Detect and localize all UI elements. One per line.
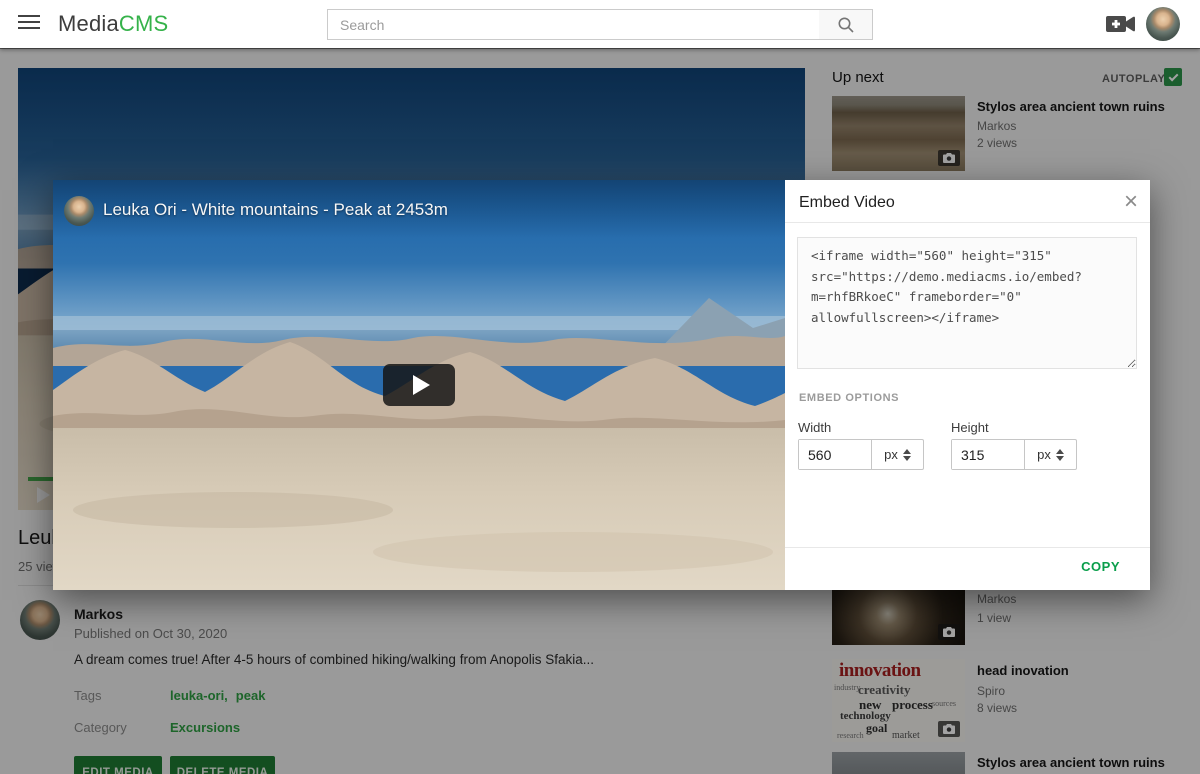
copy-button[interactable]: COPY (1081, 559, 1120, 574)
dialog-title: Embed Video (799, 194, 895, 212)
width-unit-select[interactable]: px (872, 440, 923, 469)
embed-preview-player[interactable]: Leuka Ori - White mountains - Peak at 24… (53, 180, 785, 590)
logo-cms: CMS (119, 11, 169, 36)
logo[interactable]: MediaCMS (58, 11, 168, 37)
height-input[interactable] (952, 440, 1025, 469)
spinner-arrows-icon (1056, 449, 1064, 461)
preview-video-title[interactable]: Leuka Ori - White mountains - Peak at 24… (103, 200, 448, 220)
width-label: Width (798, 420, 831, 435)
preview-play-button[interactable] (383, 364, 455, 406)
height-unit-value: px (1037, 447, 1051, 462)
width-control: px (798, 439, 924, 470)
logo-media: Media (58, 11, 119, 36)
search-input[interactable] (327, 9, 820, 40)
divider (785, 547, 1150, 548)
embed-code-textarea[interactable]: <iframe width="560" height="315" src="ht… (797, 237, 1137, 369)
embed-options-heading: EMBED OPTIONS (799, 392, 899, 404)
height-label: Height (951, 420, 989, 435)
user-avatar[interactable] (1146, 7, 1180, 41)
embed-dialog: Embed Video × <iframe width="560" height… (785, 180, 1150, 590)
width-unit-value: px (884, 447, 898, 462)
play-icon (413, 375, 430, 395)
screen: Leuka Ori - White mountains - Peak at 24… (0, 0, 1200, 774)
embed-modal: Leuka Ori - White mountains - Peak at 24… (53, 180, 1150, 590)
search-button[interactable] (819, 9, 873, 40)
menu-icon[interactable] (18, 15, 40, 33)
width-input[interactable] (799, 440, 872, 469)
app-header: MediaCMS (0, 0, 1200, 48)
divider (785, 222, 1150, 223)
height-control: px (951, 439, 1077, 470)
search-icon (837, 16, 855, 34)
close-icon[interactable]: × (1124, 188, 1138, 216)
height-unit-select[interactable]: px (1025, 440, 1076, 469)
spinner-arrows-icon (903, 449, 911, 461)
upload-media-icon[interactable] (1106, 13, 1136, 35)
preview-author-avatar[interactable] (64, 196, 94, 226)
